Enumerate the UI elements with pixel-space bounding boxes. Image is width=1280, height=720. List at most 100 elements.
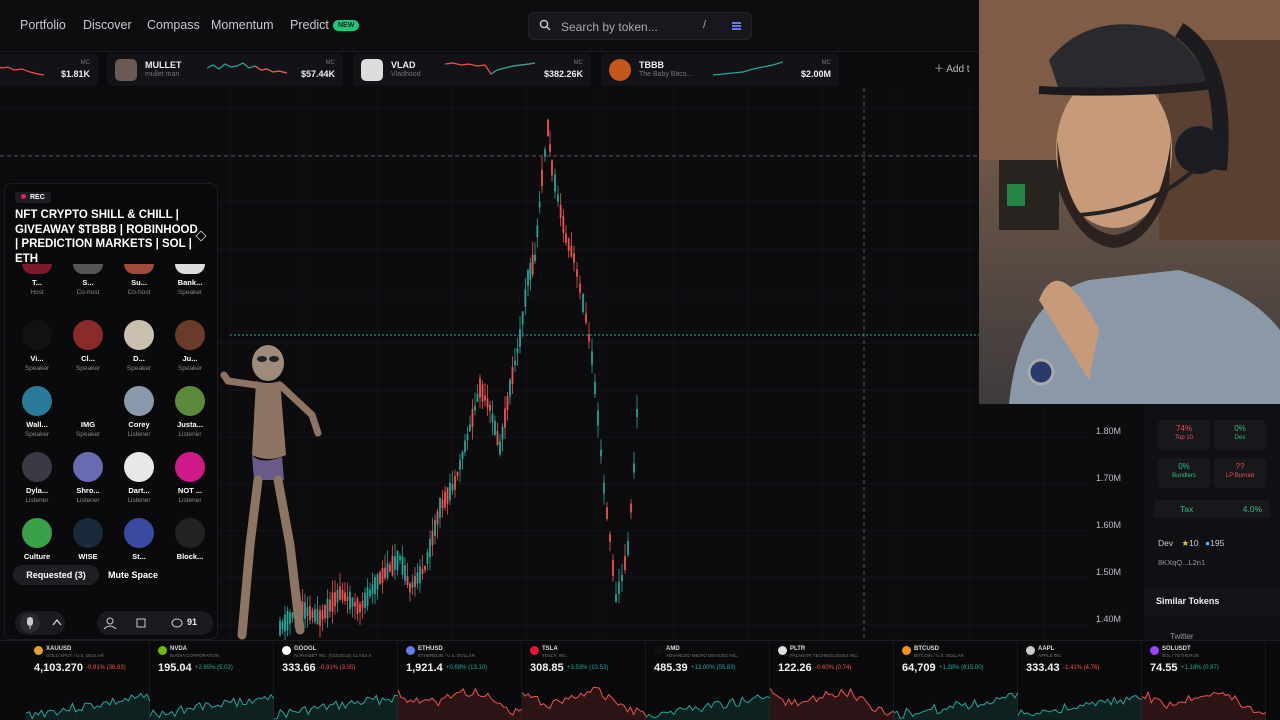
participant-name: Dart...: [128, 486, 150, 495]
mic-control[interactable]: [15, 611, 65, 635]
search-icon: [539, 19, 551, 31]
ticker-sparkline: [1018, 694, 1142, 720]
ticker-item[interactable]: SOLUSDT SOL / TETHERUS 74.55 +1.18% (0.8…: [1142, 641, 1266, 720]
dancing-alien-overlay: [220, 345, 322, 640]
ticker-item[interactable]: TSLA TESLA, INC. 308.85 +3.53% (10.53): [522, 641, 646, 720]
ticker-price: 485.39: [654, 662, 688, 674]
nav-discover[interactable]: Discover: [83, 18, 132, 32]
space-actions: 91: [97, 611, 213, 635]
participant[interactable]: Wall... Speaker: [11, 386, 63, 438]
ticker-change: +0.69% (13.10): [446, 665, 488, 671]
sparkline: [207, 62, 287, 74]
top-nav: Portfolio Discover Compass Momentum Pred…: [0, 0, 980, 52]
watchlist-card-mullet[interactable]: MULLET mullet man MC $57.44K: [107, 54, 343, 86]
participant-name: Culture: [23, 552, 51, 561]
participant[interactable]: Dyla... Listener: [11, 452, 63, 504]
participant-role: Listener: [127, 497, 151, 504]
participant[interactable]: D... Speaker: [113, 320, 165, 372]
participant-name: D...: [133, 354, 145, 363]
ticker-price: 4,103.270: [34, 662, 83, 674]
watchlist-card[interactable]: MC $1.81K: [0, 54, 98, 86]
ticker-sparkline: [894, 691, 1018, 720]
comment-icon: [171, 618, 183, 628]
requested-button[interactable]: Requested (3): [13, 565, 99, 585]
ticker-logo-icon: [158, 646, 167, 655]
nav-compass[interactable]: Compass: [147, 18, 200, 32]
ticker-item[interactable]: XAUUSD GOLD SPOT / U.S. DOLLAR 4,103.270…: [26, 641, 150, 720]
microphone-icon[interactable]: [15, 611, 65, 635]
nav-portfolio[interactable]: Portfolio: [20, 18, 66, 32]
participant-avatar: [22, 452, 52, 482]
nav-momentum[interactable]: Momentum: [211, 18, 274, 32]
dev-address[interactable]: 8KXqQ...L2n1: [1158, 558, 1205, 567]
participant[interactable]: WISE: [62, 518, 114, 563]
ticker-change: +2.65% (5.03): [195, 665, 233, 671]
ticker-symbol: ETHUSD: [418, 646, 443, 652]
ticker-sparkline: [770, 687, 894, 720]
add-watchlist-button[interactable]: ＋ Add t: [934, 60, 970, 75]
spaces-panel: REC NFT CRYPTO SHILL & CHILL | GIVEAWAY …: [4, 183, 218, 640]
ticker-item[interactable]: GOOGL ALPHABET INC. (GOOGLE) CLASS A 333…: [274, 641, 398, 720]
participant[interactable]: IMG Speaker: [62, 386, 114, 438]
ticker-price: 195.04: [158, 662, 192, 674]
participant[interactable]: Shro... Listener: [62, 452, 114, 504]
participant[interactable]: Dart... Listener: [113, 452, 165, 504]
participant[interactable]: NOT ... Listener: [164, 452, 216, 504]
ticker-item[interactable]: NVDA NVIDIA CORPORATION 195.04 +2.65% (5…: [150, 641, 274, 720]
participant-avatar: [175, 518, 205, 548]
participant-name: WISE: [78, 552, 98, 561]
ticker-item[interactable]: AAPL APPLE INC. 333.43 -1.41% (4.76): [1018, 641, 1142, 720]
y-tick: 1.40M: [1096, 614, 1122, 624]
ticker-symbol: AMD: [666, 646, 680, 652]
y-tick: 1.80M: [1096, 426, 1122, 436]
participant-role: Speaker: [177, 289, 203, 296]
filter-menu-icon[interactable]: [732, 22, 741, 30]
ticker-item[interactable]: ETHUSD ETHEREUM / U.S. DOLLAR 1,921.4 +0…: [398, 641, 522, 720]
participant[interactable]: Bank... Speaker: [164, 264, 216, 296]
participant-avatar: [73, 386, 103, 416]
participant[interactable]: Su... Co-host: [113, 264, 165, 296]
search-bar[interactable]: Search by token... /: [528, 12, 752, 40]
mute-space-button[interactable]: Mute Space: [103, 565, 163, 585]
participant[interactable]: St...: [113, 518, 165, 563]
participant[interactable]: Vi... Speaker: [11, 320, 63, 372]
ticker-change: +3.53% (10.53): [567, 665, 609, 671]
participant[interactable]: Culture: [11, 518, 63, 563]
participant[interactable]: Cl... Speaker: [62, 320, 114, 372]
ticker-logo-icon: [34, 646, 43, 655]
participant[interactable]: T... Host: [11, 264, 63, 296]
watchlist-price: $57.44K: [300, 69, 335, 79]
participant[interactable]: Ju... Speaker: [164, 320, 216, 372]
ticker-change: -0.91% (36.93): [86, 665, 126, 671]
search-input[interactable]: Search by token...: [561, 20, 658, 34]
similar-tokens-header[interactable]: Similar Tokens: [1156, 596, 1219, 606]
participant-avatar: [22, 264, 52, 274]
participant-name: Su...: [131, 278, 147, 287]
nav-predict[interactable]: Predict: [290, 18, 329, 32]
watchlist-card-tbbb[interactable]: TBBB The Baby Bitco... MC $2.00M: [601, 54, 839, 86]
ticker-price: 333.43: [1026, 662, 1060, 674]
token-avatar: [361, 59, 383, 81]
ticker-price: 64,709: [902, 662, 936, 674]
participant-avatar: [73, 452, 103, 482]
ticker-sparkline: [1142, 690, 1266, 720]
participant[interactable]: Corey Listener: [113, 386, 165, 438]
ticker-item[interactable]: PLTR PALANTIR TECHNOLOGIES INC. 122.26 -…: [770, 641, 894, 720]
participant-avatar: [124, 452, 154, 482]
participant[interactable]: Justa... Listener: [164, 386, 216, 438]
participant-name: IMG: [80, 420, 96, 429]
webcam-overlay: [979, 0, 1280, 404]
rec-badge: REC: [15, 192, 51, 203]
participant[interactable]: S... Co-host: [62, 264, 114, 296]
ticker-description: APPLE INC.: [1038, 653, 1063, 658]
ticker-item[interactable]: BTCUSD BITCOIN / U.S. DOLLAR 64,709 +1.2…: [894, 641, 1018, 720]
dev-row: Dev ★10 ●195: [1158, 538, 1225, 548]
participant-name: Ju...: [182, 354, 198, 363]
ticker-symbol: SOLUSDT: [1162, 646, 1191, 652]
ticker-item[interactable]: AMD ADVANCED MICRO DEVICES INC. 485.39 +…: [646, 641, 770, 720]
ticker-description: ADVANCED MICRO DEVICES INC.: [666, 653, 739, 658]
participant[interactable]: Block...: [164, 518, 216, 563]
ticker-logo-icon: [406, 646, 415, 655]
participant-name: Dyla...: [25, 486, 49, 495]
watchlist-card-vlad[interactable]: VLAD Vladhood MC $382.26K: [353, 54, 591, 86]
